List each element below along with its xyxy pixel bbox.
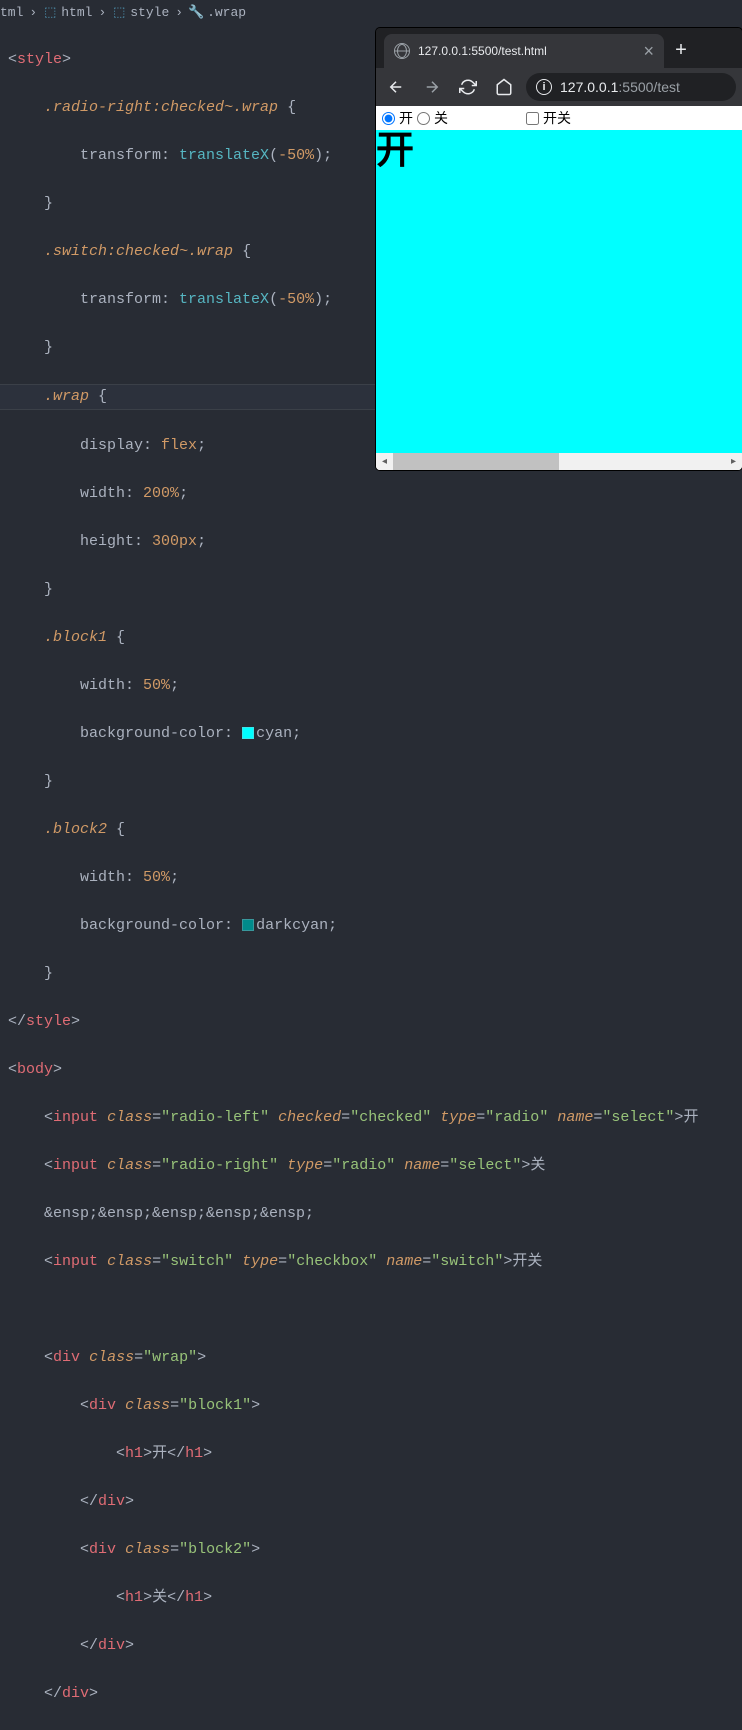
brackets-icon: ⬚ — [43, 5, 57, 19]
checkbox-label: 开关 — [543, 108, 571, 128]
radio-label: 开 — [399, 108, 413, 128]
scroll-right-button[interactable]: ▸ — [725, 453, 742, 470]
home-button[interactable] — [490, 73, 518, 101]
url-bar[interactable]: i 127.0.0.1:5500/test — [526, 73, 736, 101]
browser-window: 127.0.0.1:5500/test.html × + i 127.0.0.1… — [376, 28, 742, 470]
new-tab-button[interactable]: + — [664, 34, 698, 68]
page-content: 开 关 开关 开 ◂ ▸ — [376, 106, 742, 470]
color-swatch — [242, 919, 254, 931]
brackets-icon: ⬚ — [112, 5, 126, 19]
color-swatch — [242, 727, 254, 739]
breadcrumb-item[interactable]: 🔧 .wrap — [189, 5, 246, 20]
close-icon[interactable]: × — [643, 41, 654, 62]
info-icon[interactable]: i — [536, 79, 552, 95]
globe-icon — [394, 43, 410, 59]
chevron-right-icon: › — [29, 5, 37, 20]
block1-heading: 开 — [376, 132, 742, 170]
scroll-left-button[interactable]: ◂ — [376, 453, 393, 470]
controls-row: 开 关 开关 — [376, 106, 742, 130]
back-button[interactable] — [382, 73, 410, 101]
breadcrumb: tml › ⬚ html › ⬚ style › 🔧 .wrap — [0, 0, 742, 24]
breadcrumb-item[interactable]: tml — [0, 5, 23, 20]
radio-on[interactable] — [382, 112, 395, 125]
wrench-icon: 🔧 — [189, 5, 203, 19]
tab-title: 127.0.0.1:5500/test.html — [418, 44, 635, 58]
block1-preview: 开 — [376, 130, 742, 453]
browser-tab[interactable]: 127.0.0.1:5500/test.html × — [384, 34, 664, 68]
horizontal-scrollbar[interactable]: ◂ ▸ — [376, 453, 742, 470]
breadcrumb-item[interactable]: ⬚ style — [112, 5, 169, 20]
nav-bar: i 127.0.0.1:5500/test — [376, 68, 742, 106]
radio-off[interactable] — [417, 112, 430, 125]
checkbox-switch[interactable] — [526, 112, 539, 125]
chevron-right-icon: › — [98, 5, 106, 20]
url-text: 127.0.0.1:5500/test — [560, 79, 680, 95]
chevron-right-icon: › — [175, 5, 183, 20]
reload-button[interactable] — [454, 73, 482, 101]
scroll-thumb[interactable] — [393, 453, 559, 470]
breadcrumb-item[interactable]: ⬚ html — [43, 5, 92, 20]
radio-label: 关 — [434, 108, 448, 128]
forward-button[interactable] — [418, 73, 446, 101]
scroll-track[interactable] — [393, 453, 725, 470]
tab-strip: 127.0.0.1:5500/test.html × + — [376, 28, 742, 68]
